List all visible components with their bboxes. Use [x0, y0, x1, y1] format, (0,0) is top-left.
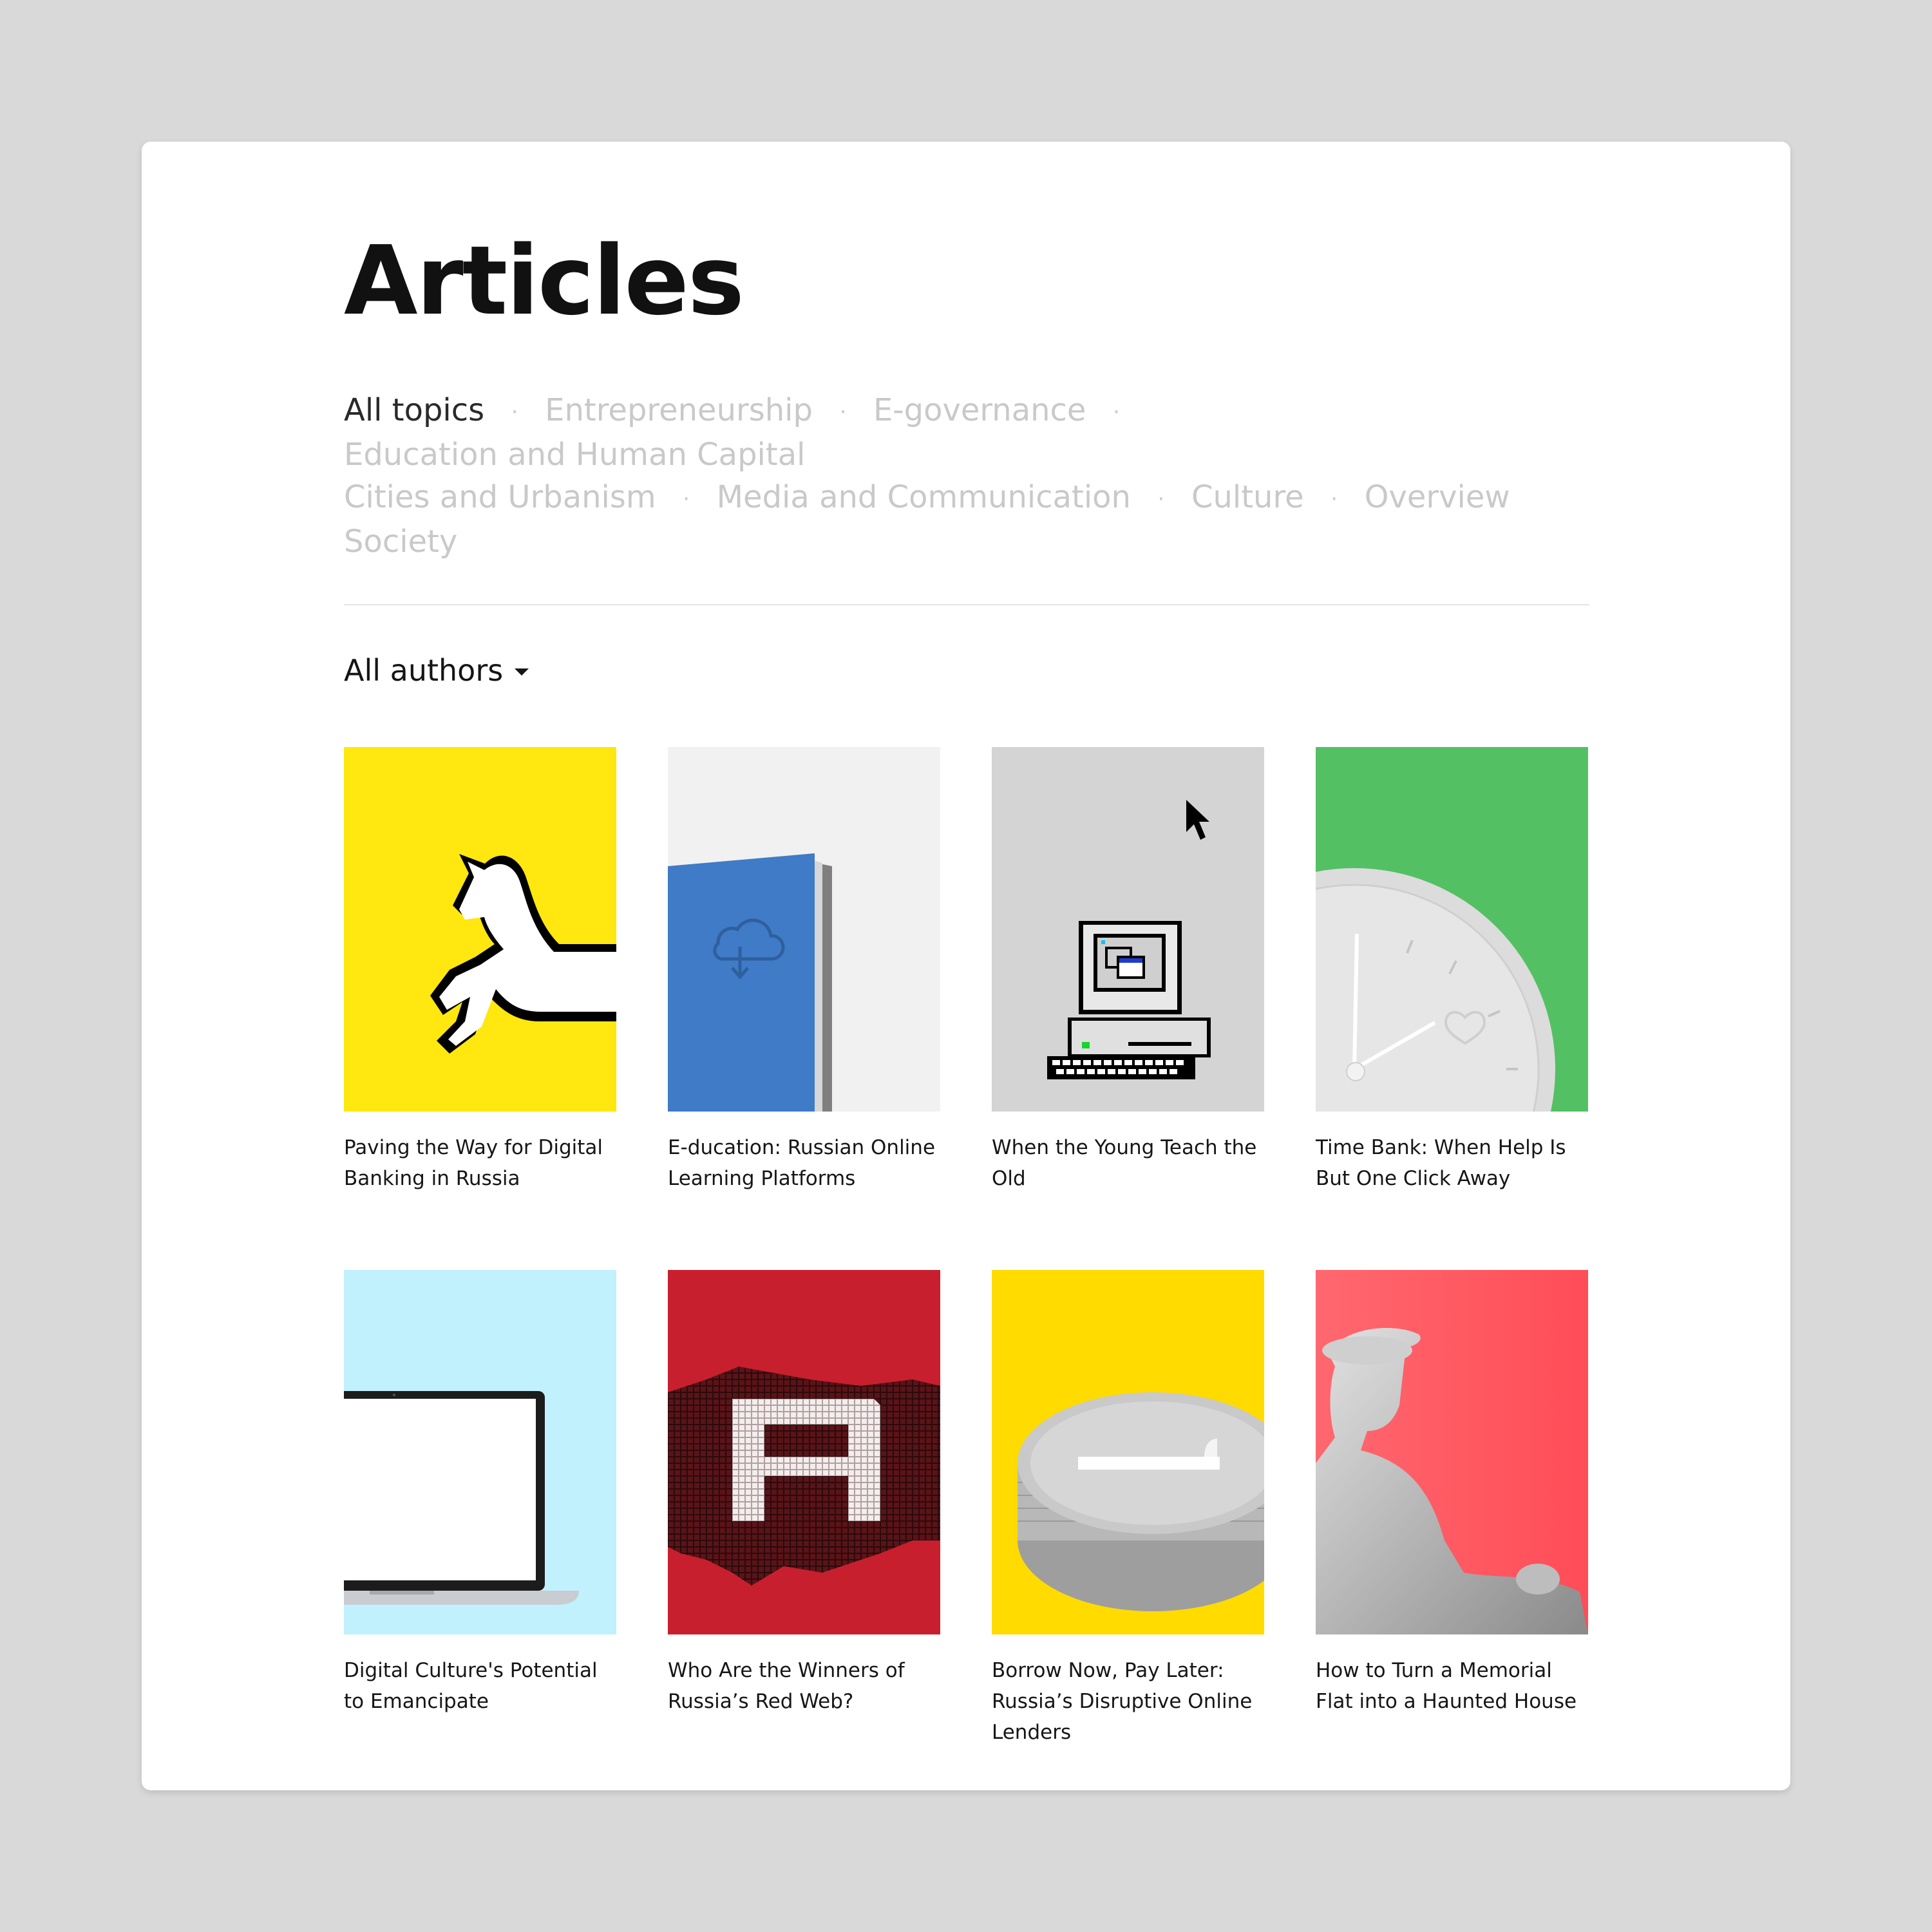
- unicorn-icon: [344, 747, 616, 1112]
- book-cloud-icon: [668, 747, 940, 1112]
- page-title: Articles: [344, 225, 744, 336]
- article-thumbnail[interactable]: [668, 1270, 940, 1634]
- separator-dot: ·: [1157, 486, 1165, 512]
- header-section: Articles All topics · Entrepreneurship · E-g…: [344, 219, 1589, 688]
- article-grid: Paving the Way for Digital Banking in Ru…: [344, 747, 1589, 1748]
- topic-culture[interactable]: Culture: [1191, 479, 1304, 515]
- statue-icon: [1316, 1270, 1588, 1634]
- topic-cities[interactable]: Cities and Urbanism: [344, 479, 656, 515]
- topic-education[interactable]: Education and Human Capital: [344, 437, 805, 473]
- topic-entrepreneurship[interactable]: Entrepreneurship: [545, 392, 813, 428]
- article-thumbnail[interactable]: [344, 747, 616, 1112]
- topic-overview[interactable]: Overview: [1365, 479, 1510, 515]
- authors-dropdown[interactable]: All authors: [344, 653, 1589, 688]
- article-card[interactable]: E-ducation: Russian Online Learning Plat…: [668, 747, 940, 1194]
- article-card[interactable]: Paving the Way for Digital Banking in Ru…: [344, 747, 616, 1194]
- clock-icon: [1316, 747, 1588, 1112]
- separator-dot: ·: [1113, 399, 1120, 425]
- topic-filter: All topics · Entrepreneurship · E-governance…: [344, 389, 1589, 563]
- article-title[interactable]: When the Young Teach the Old: [992, 1132, 1264, 1194]
- pixel-letter-r-icon: [668, 1270, 940, 1634]
- article-thumbnail[interactable]: [1316, 1270, 1588, 1634]
- article-title[interactable]: Time Bank: When Help Is But One Click Aw…: [1316, 1132, 1588, 1194]
- separator-dot: ·: [1331, 486, 1338, 512]
- article-card[interactable]: Borrow Now, Pay Later: Russia’s Disrupti…: [992, 1270, 1264, 1748]
- retro-computer-icon: [992, 747, 1264, 1112]
- article-card[interactable]: Digital Culture's Potential to Emancipat…: [344, 1270, 616, 1748]
- topic-media[interactable]: Media and Communication: [717, 479, 1131, 515]
- topic-all[interactable]: All topics: [344, 392, 484, 428]
- coin-stack-icon: [992, 1270, 1264, 1634]
- article-title[interactable]: How to Turn a Memorial Flat into a Haunt…: [1316, 1655, 1588, 1717]
- article-card[interactable]: How to Turn a Memorial Flat into a Haunt…: [1316, 1270, 1588, 1748]
- article-thumbnail[interactable]: [1316, 747, 1588, 1112]
- article-title[interactable]: Borrow Now, Pay Later: Russia’s Disrupti…: [992, 1655, 1264, 1748]
- article-card[interactable]: Who Are the Winners of Russia’s Red Web?: [668, 1270, 940, 1748]
- laptop-icon: [344, 1270, 616, 1634]
- article-thumbnail[interactable]: [668, 747, 940, 1112]
- article-title[interactable]: Paving the Way for Digital Banking in Ru…: [344, 1132, 616, 1194]
- content-card: Articles All topics · Entrepreneurship · E-g…: [142, 142, 1790, 1790]
- article-thumbnail[interactable]: [992, 747, 1264, 1112]
- separator-dot: ·: [683, 486, 690, 512]
- article-thumbnail[interactable]: [344, 1270, 616, 1634]
- article-card[interactable]: When the Young Teach the Old: [992, 747, 1264, 1194]
- article-thumbnail[interactable]: [992, 1270, 1264, 1634]
- article-title[interactable]: Who Are the Winners of Russia’s Red Web?: [668, 1655, 940, 1717]
- article-title[interactable]: E-ducation: Russian Online Learning Plat…: [668, 1132, 940, 1194]
- separator-dot: ·: [839, 399, 847, 425]
- caret-down-icon: [515, 668, 529, 676]
- divider: [344, 604, 1589, 605]
- topic-society[interactable]: Society: [344, 524, 457, 560]
- authors-dropdown-label: All authors: [344, 653, 504, 688]
- separator-dot: ·: [511, 399, 518, 425]
- article-card[interactable]: Time Bank: When Help Is But One Click Aw…: [1316, 747, 1588, 1194]
- article-title[interactable]: Digital Culture's Potential to Emancipat…: [344, 1655, 616, 1717]
- topic-e-governance[interactable]: E-governance: [873, 392, 1086, 428]
